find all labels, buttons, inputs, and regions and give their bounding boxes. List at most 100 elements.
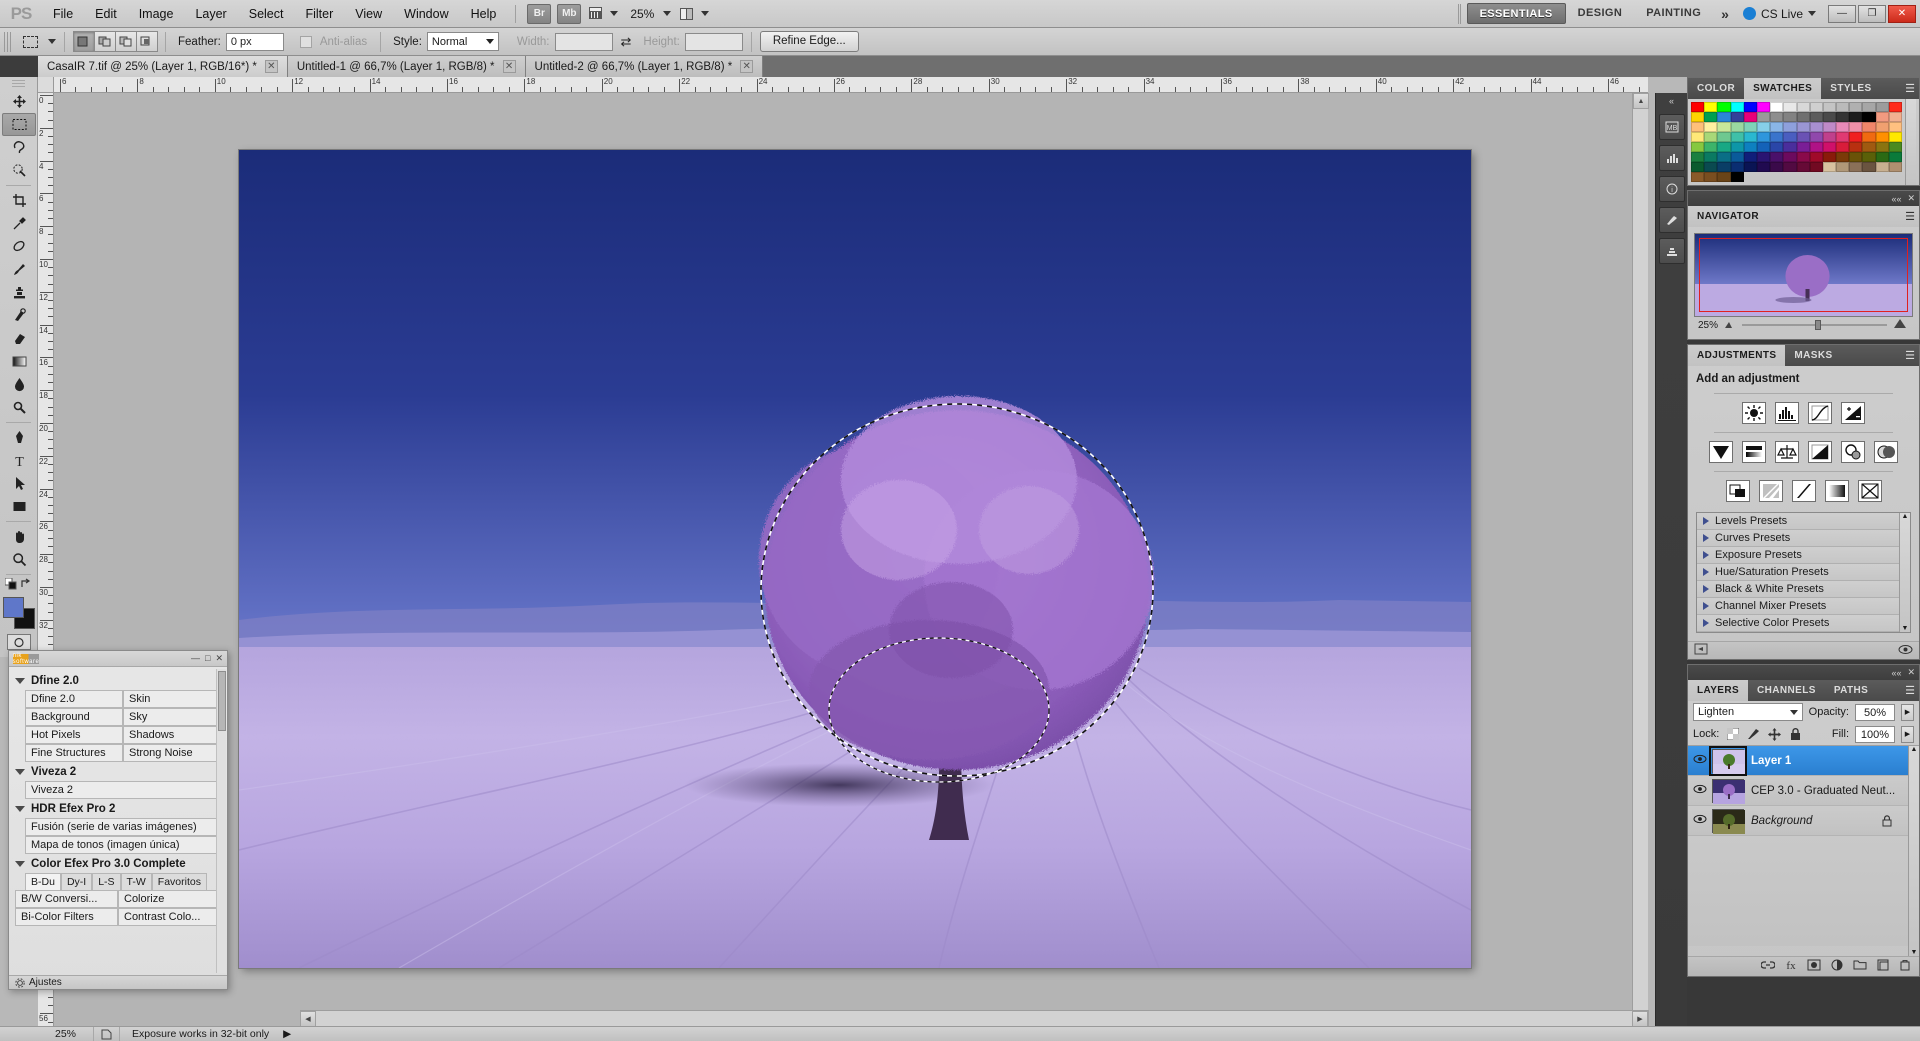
- tab-layers[interactable]: LAYERS: [1688, 680, 1749, 701]
- adjustment-presets-list[interactable]: Levels Presets Curves Presets Exposure Pre…: [1696, 512, 1911, 633]
- document-canvas[interactable]: [239, 150, 1471, 968]
- nik-panel-title-bar[interactable]: nik software — □ ✕: [9, 651, 227, 667]
- panel-menu-icon[interactable]: ☰: [1905, 210, 1915, 223]
- color-swatch[interactable]: [1783, 102, 1797, 112]
- clone-stamp-tool[interactable]: [2, 281, 36, 304]
- delete-layer-icon[interactable]: [1899, 959, 1911, 974]
- nik-preset-bi-color-filters[interactable]: Bi-Color Filters: [15, 908, 118, 926]
- default-colors-icon[interactable]: [5, 578, 17, 590]
- color-swatch[interactable]: [1691, 122, 1705, 132]
- color-swatch[interactable]: [1730, 122, 1744, 132]
- move-tool[interactable]: [2, 90, 36, 113]
- subtract-from-selection-button[interactable]: [115, 31, 137, 52]
- swatch-grid[interactable]: [1688, 99, 1905, 185]
- info-panel-button[interactable]: i: [1658, 176, 1685, 202]
- color-swatch[interactable]: [1875, 102, 1889, 112]
- zoom-tool[interactable]: [2, 548, 36, 571]
- eraser-tool[interactable]: [2, 327, 36, 350]
- status-expand-arrow[interactable]: ▶: [283, 1028, 291, 1040]
- style-select[interactable]: Normal: [426, 32, 499, 51]
- nik-tab-t-w[interactable]: T-W: [120, 873, 152, 890]
- nik-tab-b-du[interactable]: B-Du: [25, 873, 61, 890]
- fill-stepper[interactable]: ▶: [1901, 725, 1914, 743]
- adjustment-preset-item[interactable]: Channel Mixer Presets: [1697, 598, 1899, 615]
- color-swatch[interactable]: [1796, 162, 1810, 172]
- color-swatch[interactable]: [1691, 102, 1705, 112]
- color-swatch[interactable]: [1691, 132, 1705, 142]
- color-swatch[interactable]: [1770, 152, 1784, 162]
- navigator-view-box[interactable]: [1699, 238, 1908, 312]
- color-swatch[interactable]: [1836, 132, 1850, 142]
- pen-tool[interactable]: [2, 426, 36, 449]
- color-swatch[interactable]: [1783, 112, 1797, 122]
- collapse-icon[interactable]: ««: [1891, 668, 1901, 678]
- color-swatch[interactable]: [1717, 142, 1731, 152]
- color-swatch[interactable]: [1717, 132, 1731, 142]
- color-swatch[interactable]: [1730, 112, 1744, 122]
- color-swatch[interactable]: [1862, 112, 1876, 122]
- levels-icon[interactable]: [1775, 402, 1799, 424]
- black-white-icon[interactable]: [1808, 441, 1832, 463]
- color-swatch[interactable]: [1770, 112, 1784, 122]
- gradient-tool[interactable]: [2, 350, 36, 373]
- scroll-down-icon[interactable]: ▼: [1911, 949, 1918, 956]
- color-swatch[interactable]: [1717, 152, 1731, 162]
- horizontal-type-tool[interactable]: T: [2, 449, 36, 472]
- color-swatch[interactable]: [1756, 102, 1771, 112]
- layers-scrollbar[interactable]: ▲ ▼: [1908, 746, 1919, 956]
- nik-preset-contrast-color[interactable]: Contrast Colo...: [118, 908, 221, 926]
- new-adjustment-layer-icon[interactable]: [1830, 959, 1844, 974]
- close-icon[interactable]: ✕: [215, 653, 223, 664]
- color-swatch[interactable]: [1730, 142, 1744, 152]
- color-swatch[interactable]: [1849, 102, 1863, 112]
- nik-section-header-color-efex[interactable]: Color Efex Pro 3.0 Complete: [15, 858, 221, 870]
- zoom-out-icon[interactable]: [1724, 319, 1736, 332]
- swap-colors-icon[interactable]: [20, 578, 32, 590]
- color-swatch[interactable]: [1756, 122, 1771, 132]
- refine-edge-button[interactable]: Refine Edge...: [759, 31, 859, 52]
- tab-channels[interactable]: CHANNELS: [1748, 680, 1825, 701]
- color-swatch[interactable]: [1756, 162, 1771, 172]
- tab-paths[interactable]: PATHS: [1825, 680, 1877, 701]
- expand-dock-button[interactable]: «: [1656, 93, 1687, 109]
- color-swatch[interactable]: [1822, 152, 1837, 162]
- document-tab[interactable]: Untitled-1 @ 66,7% (Layer 1, RGB/8) * ✕: [287, 56, 526, 77]
- width-input[interactable]: [554, 32, 613, 51]
- rectangle-tool[interactable]: [2, 495, 36, 518]
- presets-scrollbar[interactable]: ▲ ▼: [1899, 513, 1910, 632]
- menu-window[interactable]: Window: [393, 4, 459, 24]
- adjustment-preset-item[interactable]: Hue/Saturation Presets: [1697, 564, 1899, 581]
- color-swatch[interactable]: [1849, 132, 1863, 142]
- color-swatch[interactable]: [1888, 102, 1902, 112]
- color-swatch[interactable]: [1691, 162, 1705, 172]
- document-tab[interactable]: Untitled-2 @ 66,7% (Layer 1, RGB/8) * ✕: [525, 56, 764, 77]
- layer-list[interactable]: Layer 1 CEP 3.0 - Graduated Neut... Back…: [1688, 745, 1919, 956]
- color-swatch[interactable]: [1717, 102, 1731, 112]
- brightness-contrast-icon[interactable]: [1742, 402, 1766, 424]
- new-layer-icon[interactable]: [1876, 959, 1890, 974]
- color-swatch[interactable]: [1717, 122, 1731, 132]
- adjustment-preset-item[interactable]: Exposure Presets: [1697, 547, 1899, 564]
- document-tab[interactable]: CasaIR 7.tif @ 25% (Layer 1, RGB/16*) * …: [38, 56, 288, 77]
- navigator-zoom-value[interactable]: 25%: [1698, 320, 1718, 331]
- color-swatch[interactable]: [1888, 132, 1902, 142]
- color-swatch[interactable]: [1743, 142, 1757, 152]
- nik-preset-hot-pixels[interactable]: Hot Pixels: [25, 726, 123, 744]
- color-swatch[interactable]: [1770, 162, 1784, 172]
- color-swatch[interactable]: [1888, 162, 1902, 172]
- history-brush-tool[interactable]: [2, 304, 36, 327]
- color-swatch[interactable]: [1743, 102, 1757, 112]
- color-swatch[interactable]: [1849, 112, 1863, 122]
- color-swatch[interactable]: [1756, 132, 1771, 142]
- nik-selective-tool-panel[interactable]: nik software — □ ✕ Dfine 2.0 Dfine 2.0 S…: [8, 650, 228, 990]
- workspace-design[interactable]: DESIGN: [1566, 3, 1635, 24]
- color-swatch[interactable]: [1875, 162, 1889, 172]
- color-swatch[interactable]: [1796, 112, 1810, 122]
- collapse-icon[interactable]: ««: [1891, 194, 1901, 204]
- color-swatch[interactable]: [1809, 102, 1823, 112]
- color-swatch[interactable]: [1717, 162, 1731, 172]
- color-swatch[interactable]: [1743, 152, 1757, 162]
- nik-preset-viveza[interactable]: Viveza 2: [25, 781, 221, 799]
- menu-select[interactable]: Select: [238, 4, 295, 24]
- nik-panel-scrollbar[interactable]: [216, 669, 226, 973]
